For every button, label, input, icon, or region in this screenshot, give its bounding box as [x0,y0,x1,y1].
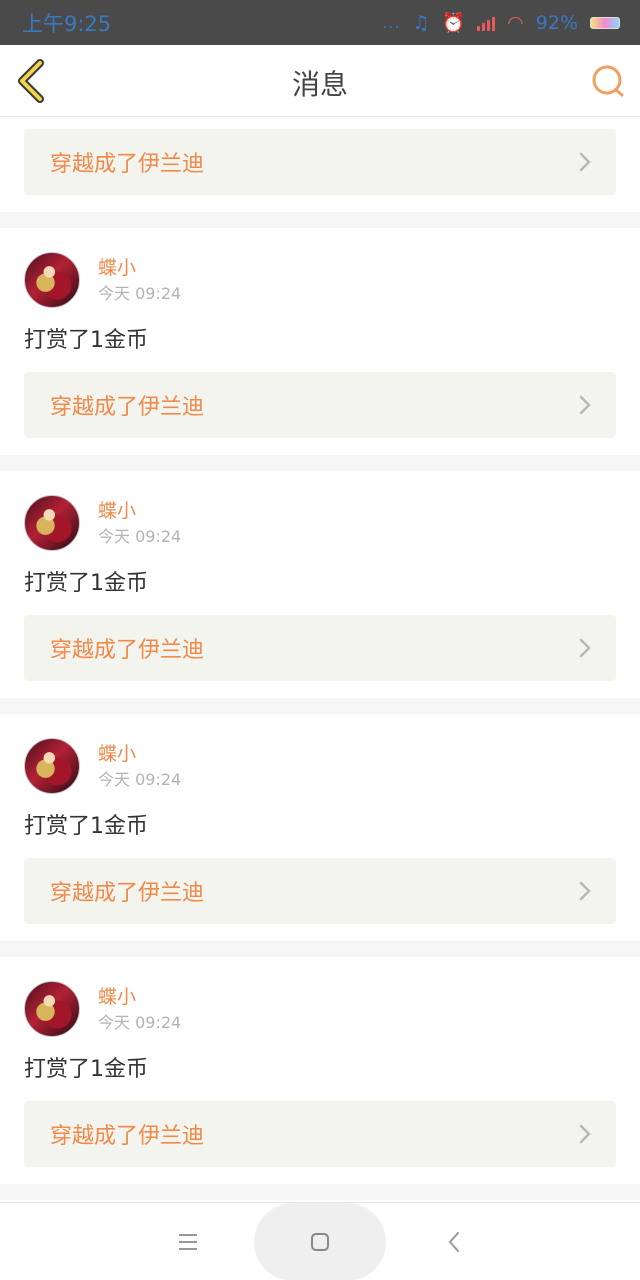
menu-button[interactable] [158,1203,218,1280]
search-button[interactable] [590,63,626,99]
headphone-icon: ♫ [412,11,430,34]
username[interactable]: 蝶小 [98,742,181,766]
avatar[interactable] [24,981,80,1037]
message-user-row: 蝶小 今天 09:24 [24,738,616,794]
message-user-row: 蝶小 今天 09:24 [24,252,616,308]
user-meta: 蝶小 今天 09:24 [98,981,181,1035]
message-time: 今天 09:24 [98,770,182,789]
back-arrow-icon [448,1232,459,1252]
home-button[interactable] [254,1203,386,1280]
message-list[interactable]: 穿越成了伊兰迪 蝶小 今天 09:24 打赏了1金币 穿越成了伊兰迪 蝶小 今天… [0,117,640,1202]
home-square-icon [311,1233,329,1251]
app-header: 消息 [0,45,640,117]
message-text: 打赏了1金币 [24,571,148,596]
menu-icon [179,1234,197,1250]
username[interactable]: 蝶小 [98,256,181,280]
chevron-right-icon [579,1124,591,1144]
chevron-right-icon [579,152,591,172]
book-link[interactable]: 穿越成了伊兰迪 [24,129,616,195]
book-link-title: 穿越成了伊兰迪 [50,638,205,663]
message-time: 今天 09:24 [98,527,182,546]
message-user-row: 蝶小 今天 09:24 [24,495,616,551]
book-link[interactable]: 穿越成了伊兰迪 [24,615,616,681]
status-icons: ... ♫ ⏰ ◠ 92% [382,11,620,34]
avatar[interactable] [24,738,80,794]
system-back-button[interactable] [424,1203,484,1280]
avatar[interactable] [24,252,80,308]
system-nav-bar [0,1202,640,1280]
alarm-icon: ⏰ [441,12,466,34]
signal-icon [477,15,496,31]
user-meta: 蝶小 今天 09:24 [98,252,181,306]
message-text: 打赏了1金币 [24,814,148,839]
message-text: 打赏了1金币 [24,1057,148,1082]
message-time: 今天 09:24 [98,284,182,303]
book-link[interactable]: 穿越成了伊兰迪 [24,858,616,924]
book-link-title: 穿越成了伊兰迪 [50,152,205,177]
page-title: 消息 [291,68,348,101]
book-link-title: 穿越成了伊兰迪 [50,395,205,420]
chevron-right-icon [579,881,591,901]
chevron-right-icon [579,395,591,415]
search-icon [592,65,624,97]
battery-percent: 92% [535,11,578,34]
message-card: 蝶小 今天 09:24 打赏了1金币 穿越成了伊兰迪 [0,471,640,698]
username[interactable]: 蝶小 [98,499,181,523]
book-link[interactable]: 穿越成了伊兰迪 [24,1101,616,1167]
username[interactable]: 蝶小 [98,985,181,1009]
chevron-right-icon [579,638,591,658]
user-meta: 蝶小 今天 09:24 [98,495,181,549]
message-card: 蝶小 今天 09:24 打赏了1金币 穿越成了伊兰迪 [0,714,640,941]
notification-dots: ... [382,13,401,32]
status-time: 上午9:25 [22,11,112,36]
battery-icon [590,16,620,29]
avatar[interactable] [24,495,80,551]
message-card: 蝶小 今天 09:24 打赏了1金币 穿越成了伊兰迪 [0,957,640,1184]
status-bar: 上午9:25 ... ♫ ⏰ ◠ 92% [0,0,640,45]
message-card: 蝶小 今天 09:24 打赏了1金币 穿越成了伊兰迪 [0,228,640,455]
message-text: 打赏了1金币 [24,328,148,353]
book-link-title: 穿越成了伊兰迪 [50,1124,205,1149]
user-meta: 蝶小 今天 09:24 [98,738,181,792]
book-link-title: 穿越成了伊兰迪 [50,881,205,906]
wifi-icon: ◠ [507,11,524,34]
book-link[interactable]: 穿越成了伊兰迪 [24,372,616,438]
message-card-partial: 穿越成了伊兰迪 [0,117,640,212]
message-user-row: 蝶小 今天 09:24 [24,981,616,1037]
message-time: 今天 09:24 [98,1013,182,1032]
